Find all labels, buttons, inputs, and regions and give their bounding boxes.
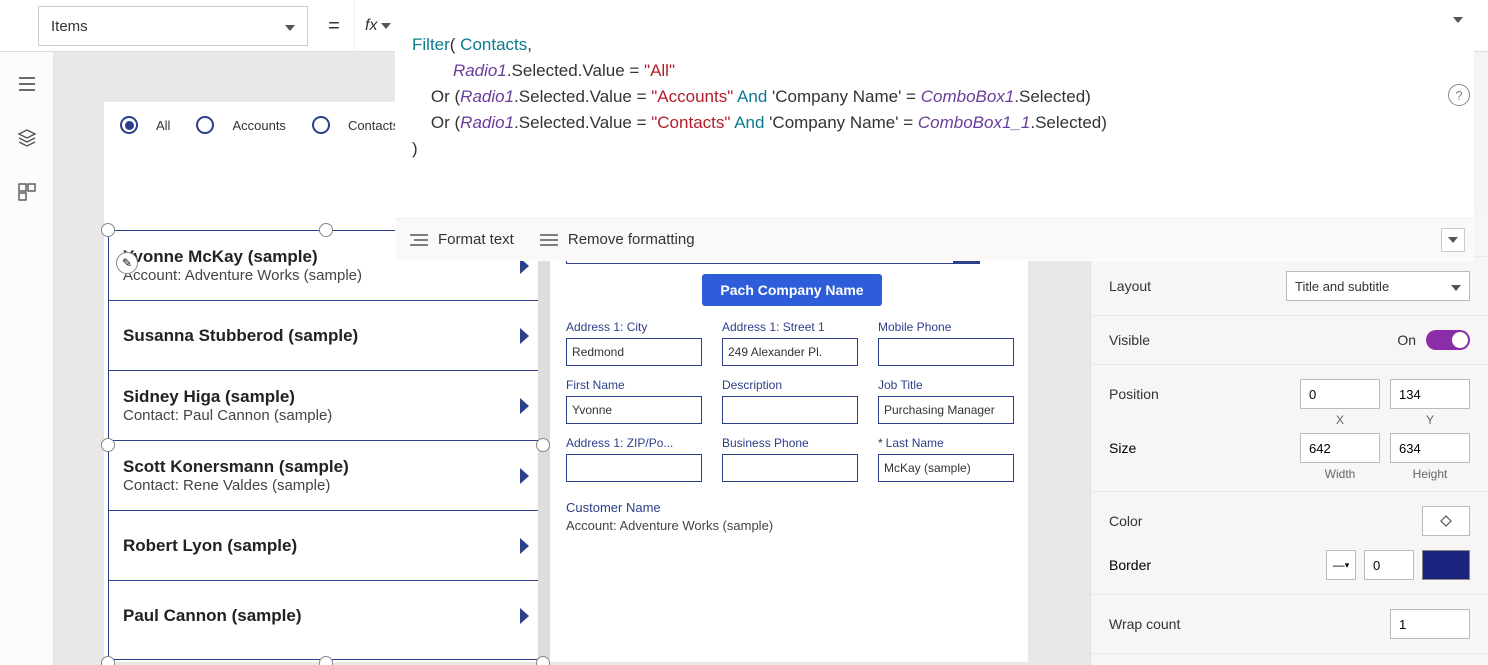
layers-icon[interactable]	[17, 128, 37, 148]
resize-handle[interactable]	[101, 223, 115, 237]
customer-name-value: Account: Adventure Works (sample)	[566, 518, 1018, 533]
list-item-title: Scott Konersmann (sample)	[123, 457, 529, 477]
list-item[interactable]: Paul Cannon (sample)	[109, 581, 543, 651]
patch-company-button[interactable]: Pach Company Name	[702, 274, 881, 306]
resize-handle[interactable]	[319, 223, 333, 237]
components-icon[interactable]	[17, 182, 37, 202]
prop-size: Size	[1091, 433, 1488, 467]
city-field[interactable]	[566, 338, 702, 366]
chevron-right-icon[interactable]	[520, 328, 529, 344]
chevron-down-icon[interactable]	[1453, 7, 1463, 32]
property-dropdown[interactable]: Items	[38, 6, 308, 46]
remove-format-icon	[540, 233, 558, 247]
prop-wrap-count: Wrap count	[1091, 595, 1488, 654]
radio-accounts[interactable]	[196, 116, 214, 134]
format-icon	[410, 233, 428, 247]
equals-sign: =	[314, 0, 354, 52]
collapse-formula-button[interactable]	[1441, 228, 1465, 252]
list-item[interactable]: Susanna Stubberod (sample)	[109, 301, 543, 371]
chevron-down-icon	[285, 18, 295, 35]
border-width-input[interactable]	[1364, 550, 1414, 580]
resize-handle[interactable]	[101, 438, 115, 452]
list-item-subtitle: Account: Adventure Works (sample)	[123, 267, 529, 284]
last-name-field[interactable]	[878, 454, 1014, 482]
position-x-input[interactable]	[1300, 379, 1380, 409]
property-dropdown-value: Items	[51, 18, 88, 35]
resize-handle[interactable]	[319, 656, 333, 665]
zip-field[interactable]	[566, 454, 702, 482]
list-item[interactable]: Scott Konersmann (sample) Contact: Rene …	[109, 441, 543, 511]
border-color-picker[interactable]	[1422, 550, 1470, 580]
visible-toggle[interactable]	[1426, 330, 1470, 350]
position-y-input[interactable]	[1390, 379, 1470, 409]
prop-border: Border — ▾	[1091, 550, 1488, 595]
layout-dropdown[interactable]: Title and subtitle	[1286, 271, 1470, 301]
chevron-down-icon	[1451, 279, 1461, 294]
customer-name-label: Customer Name	[566, 500, 1018, 515]
prop-color: Color	[1091, 492, 1488, 550]
resize-handle[interactable]	[101, 656, 115, 665]
edit-template-icon[interactable]: ✎	[116, 252, 138, 274]
first-name-field[interactable]	[566, 396, 702, 424]
size-width-input[interactable]	[1300, 433, 1380, 463]
left-nav	[0, 52, 54, 665]
prop-layout: Layout Title and subtitle	[1091, 257, 1488, 316]
properties-panel: Fields Edit Layout Title and subtitle Vi…	[1090, 212, 1488, 665]
resize-handle[interactable]	[536, 438, 550, 452]
detail-form: Adventure Works (sample) ▾ Pach Company …	[566, 230, 1018, 665]
hamburger-icon[interactable]	[17, 74, 37, 94]
border-style-dropdown[interactable]: — ▾	[1326, 550, 1356, 580]
chevron-right-icon[interactable]	[520, 468, 529, 484]
size-height-input[interactable]	[1390, 433, 1470, 463]
list-item-subtitle: Contact: Rene Valdes (sample)	[123, 477, 529, 494]
prop-position: Position	[1091, 365, 1488, 413]
list-item-subtitle: Contact: Paul Cannon (sample)	[123, 407, 529, 424]
description-field[interactable]	[722, 396, 858, 424]
list-item-title: Robert Lyon (sample)	[123, 536, 529, 556]
help-icon[interactable]: ?	[1448, 84, 1470, 106]
wrap-count-input[interactable]	[1390, 609, 1470, 639]
mobile-field[interactable]	[878, 338, 1014, 366]
list-item-title: Sidney Higa (sample)	[123, 387, 529, 407]
chevron-down-icon	[381, 21, 391, 32]
list-item[interactable]: Robert Lyon (sample)	[109, 511, 543, 581]
color-picker[interactable]	[1422, 506, 1470, 536]
radio-all[interactable]	[120, 116, 138, 134]
chevron-right-icon[interactable]	[520, 608, 529, 624]
paint-icon	[1438, 513, 1454, 529]
format-text-button[interactable]: Format text	[410, 231, 514, 248]
street-field[interactable]	[722, 338, 858, 366]
list-item-title: Paul Cannon (sample)	[123, 606, 529, 626]
business-phone-field[interactable]	[722, 454, 858, 482]
list-item[interactable]: Sidney Higa (sample) Contact: Paul Canno…	[109, 371, 543, 441]
prop-visible: Visible On	[1091, 316, 1488, 365]
gallery[interactable]: Yvonne McKay (sample) Account: Adventure…	[108, 230, 544, 660]
chevron-right-icon[interactable]	[520, 538, 529, 554]
remove-formatting-button[interactable]: Remove formatting	[540, 231, 695, 248]
chevron-right-icon[interactable]	[520, 398, 529, 414]
formula-editor[interactable]: Filter( Contacts, Radio1.Selected.Value …	[395, 0, 1474, 261]
resize-handle[interactable]	[536, 656, 550, 665]
list-item-title: Susanna Stubberod (sample)	[123, 326, 529, 346]
radio-contacts[interactable]	[312, 116, 330, 134]
job-title-field[interactable]	[878, 396, 1014, 424]
